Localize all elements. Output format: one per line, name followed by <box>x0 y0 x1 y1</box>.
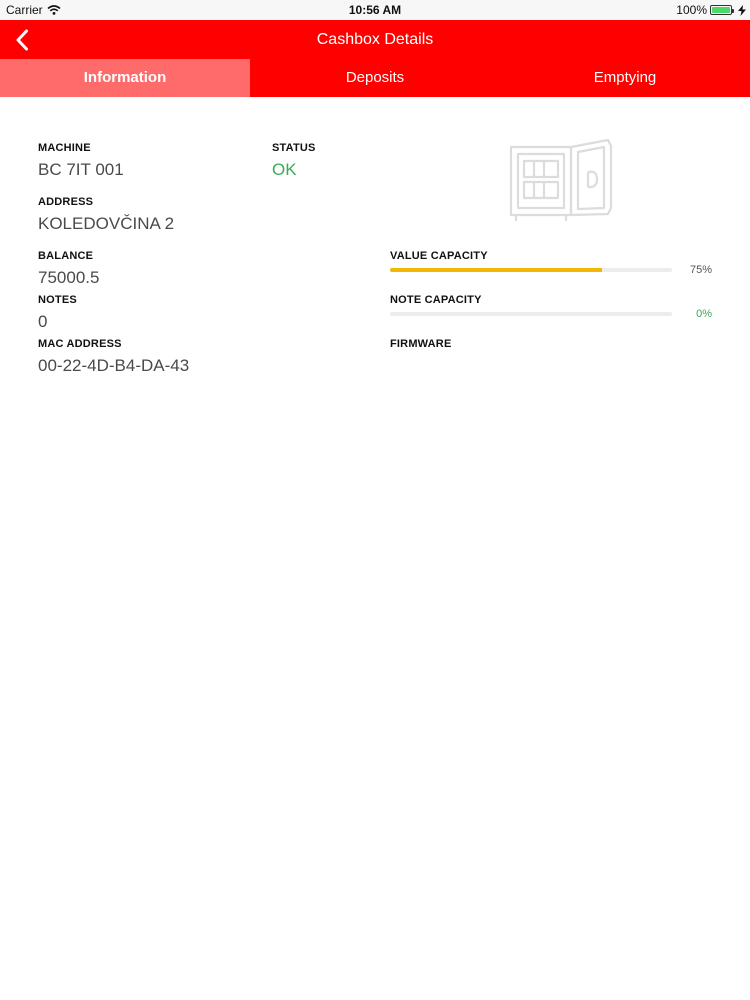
address-label: ADDRESS <box>38 196 94 208</box>
note-capacity-label: NOTE CAPACITY <box>390 294 482 306</box>
mac-address-value: 00-22-4D-B4-DA-43 <box>38 356 190 375</box>
tab-information[interactable]: Information <box>0 59 250 97</box>
battery-group: 100% <box>676 3 746 17</box>
balance-label: BALANCE <box>38 250 94 262</box>
tab-deposits[interactable]: Deposits <box>250 59 500 97</box>
battery-icon <box>710 5 734 15</box>
tab-bar: Information Deposits Emptying <box>0 59 750 97</box>
value-capacity-label: VALUE CAPACITY <box>390 250 488 262</box>
status-label: STATUS <box>272 142 316 154</box>
value-capacity-fill <box>390 268 602 272</box>
mac-address-label: MAC ADDRESS <box>38 338 122 350</box>
notes-value: 0 <box>38 312 48 331</box>
page-title: Cashbox Details <box>316 31 434 48</box>
machine-label: MACHINE <box>38 142 91 154</box>
balance-value: 75000.5 <box>38 268 100 287</box>
battery-percent: 100% <box>676 3 707 17</box>
value-capacity-percent: 75% <box>689 264 712 276</box>
note-capacity-percent: 0% <box>696 308 712 320</box>
safe-icon <box>509 138 613 221</box>
nav-bar: Cashbox Details <box>0 20 750 59</box>
firmware-label: FIRMWARE <box>390 338 452 350</box>
notes-label: NOTES <box>38 294 77 306</box>
status-bar: Carrier 10:56 AM 100% <box>0 0 750 20</box>
address-value: KOLEDOVČINA 2 <box>38 214 175 233</box>
note-capacity-bar <box>390 312 672 316</box>
charging-bolt-icon <box>738 4 746 16</box>
status-value: OK <box>272 160 297 179</box>
status-time: 10:56 AM <box>348 3 402 17</box>
machine-value: BC 7IT 001 <box>38 160 124 179</box>
tab-emptying[interactable]: Emptying <box>500 59 750 97</box>
value-capacity-bar <box>390 268 672 272</box>
